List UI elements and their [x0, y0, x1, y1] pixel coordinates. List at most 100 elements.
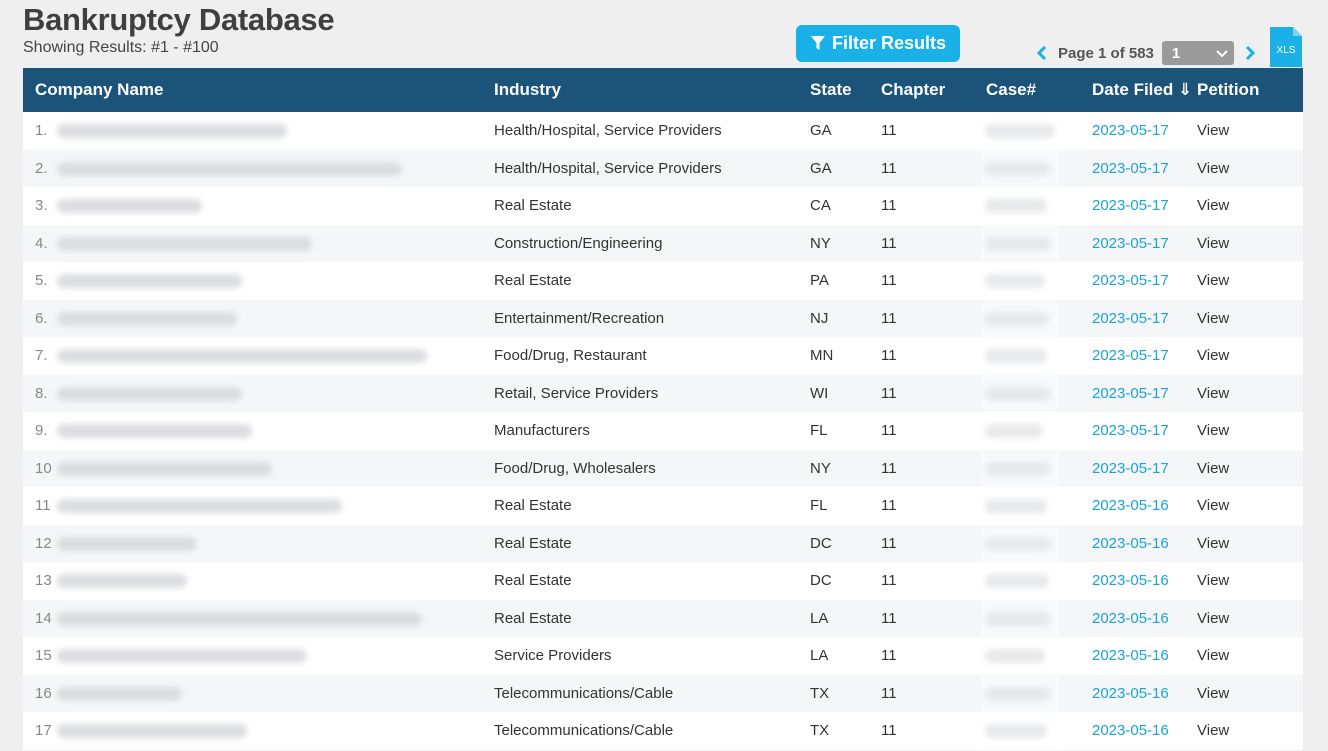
chapter-cell: 11 — [881, 197, 897, 214]
case-number-cell — [981, 337, 1059, 375]
redacted-company-name — [57, 649, 307, 663]
date-filed-link[interactable]: 2023-05-17 — [1092, 187, 1182, 225]
date-filed-link[interactable]: 2023-05-17 — [1092, 300, 1182, 338]
petition-view-link[interactable]: View — [1197, 600, 1277, 638]
date-filed-link[interactable]: 2023-05-17 — [1092, 337, 1182, 375]
date-filed-link[interactable]: 2023-05-16 — [1092, 637, 1182, 675]
table-row: 9. Manufacturers FL 11 2023-05-17 View — [23, 412, 1303, 450]
date-filed-link[interactable]: 2023-05-17 — [1092, 225, 1182, 263]
petition-view-link[interactable]: View — [1197, 262, 1277, 300]
petition-view-link[interactable]: View — [1197, 675, 1277, 713]
company-name-cell[interactable] — [53, 375, 463, 413]
company-name-cell[interactable] — [53, 187, 463, 225]
company-name-cell[interactable] — [53, 150, 463, 188]
chapter-cell: 11 — [881, 647, 897, 664]
petition-view-link[interactable]: View — [1197, 150, 1277, 188]
row-number: 5. — [35, 272, 48, 289]
row-number: 8. — [35, 384, 48, 402]
chapter-cell: 11 — [881, 234, 897, 252]
petition-view-link[interactable]: View — [1197, 712, 1277, 750]
company-name-cell[interactable] — [53, 600, 463, 638]
xls-export-icon[interactable]: XLS — [1270, 27, 1302, 67]
chevron-left-icon[interactable] — [1034, 43, 1050, 63]
row-number: 13 — [35, 572, 52, 589]
date-filed-link[interactable]: 2023-05-17 — [1092, 375, 1182, 413]
petition-view-link[interactable]: View — [1197, 637, 1277, 675]
company-name-cell[interactable] — [53, 675, 463, 713]
industry-cell: Food/Drug, Restaurant — [494, 347, 647, 364]
row-number: 14 — [35, 609, 52, 627]
column-petition[interactable]: Petition — [1197, 68, 1259, 112]
date-filed-link[interactable]: 2023-05-17 — [1092, 262, 1182, 300]
petition-view-link[interactable]: View — [1197, 337, 1277, 375]
industry-cell: Health/Hospital, Service Providers — [494, 159, 722, 177]
column-company-name[interactable]: Company Name — [35, 68, 163, 112]
column-chapter[interactable]: Chapter — [881, 68, 945, 112]
petition-view-link[interactable]: View — [1197, 450, 1277, 488]
petition-view-link[interactable]: View — [1197, 412, 1277, 450]
date-filed-link[interactable]: 2023-05-16 — [1092, 675, 1182, 713]
date-filed-link[interactable]: 2023-05-16 — [1092, 712, 1182, 750]
redacted-company-name — [57, 386, 242, 401]
redacted-company-name — [57, 349, 427, 363]
company-name-cell[interactable] — [53, 300, 463, 338]
date-filed-link[interactable]: 2023-05-17 — [1092, 450, 1182, 488]
column-date-filed[interactable]: Date Filed ⇓ — [1092, 68, 1192, 112]
table-row: 1. Health/Hospital, Service Providers GA 11… — [23, 112, 1303, 150]
table-row: 11 Real Estate FL 11 2023-05-16 View — [23, 487, 1303, 525]
petition-view-link[interactable]: View — [1197, 300, 1277, 338]
redacted-case-number — [985, 649, 1045, 663]
petition-view-link[interactable]: View — [1197, 112, 1277, 150]
company-name-cell[interactable] — [53, 112, 463, 150]
date-filed-link[interactable]: 2023-05-16 — [1092, 487, 1182, 525]
company-name-cell[interactable] — [53, 450, 463, 488]
chapter-cell: 11 — [881, 722, 897, 739]
redacted-company-name — [57, 124, 287, 138]
table-body: 1. Health/Hospital, Service Providers GA 11… — [23, 112, 1303, 750]
company-name-cell[interactable] — [53, 712, 463, 750]
case-number-cell — [981, 150, 1059, 188]
filter-results-button[interactable]: Filter Results — [796, 25, 960, 62]
company-name-cell[interactable] — [53, 637, 463, 675]
petition-view-link[interactable]: View — [1197, 375, 1277, 413]
petition-view-link[interactable]: View — [1197, 525, 1277, 563]
page-indicator: Page 1 of 583 — [1058, 44, 1154, 62]
petition-view-link[interactable]: View — [1197, 487, 1277, 525]
case-number-cell — [981, 637, 1059, 675]
petition-view-link[interactable]: View — [1197, 187, 1277, 225]
company-name-cell[interactable] — [53, 525, 463, 563]
redacted-case-number — [985, 499, 1047, 513]
page-select[interactable]: 1 — [1161, 41, 1234, 65]
company-name-cell[interactable] — [53, 562, 463, 600]
column-case-number[interactable]: Case# — [986, 68, 1036, 112]
company-name-cell[interactable] — [53, 487, 463, 525]
row-number: 11 — [35, 497, 51, 514]
date-filed-link[interactable]: 2023-05-17 — [1092, 412, 1182, 450]
state-cell: NY — [810, 459, 831, 477]
petition-view-link[interactable]: View — [1197, 562, 1277, 600]
company-name-cell[interactable] — [53, 262, 463, 300]
date-filed-link[interactable]: 2023-05-16 — [1092, 525, 1182, 563]
table-row: 5. Real Estate PA 11 2023-05-17 View — [23, 262, 1303, 300]
column-industry[interactable]: Industry — [494, 68, 561, 112]
chevron-right-icon[interactable] — [1242, 43, 1258, 63]
industry-cell: Health/Hospital, Service Providers — [494, 122, 722, 139]
redacted-company-name — [57, 199, 202, 213]
date-filed-link[interactable]: 2023-05-16 — [1092, 600, 1182, 638]
petition-view-link[interactable]: View — [1197, 225, 1277, 263]
company-name-cell[interactable] — [53, 337, 463, 375]
date-filed-link[interactable]: 2023-05-16 — [1092, 562, 1182, 600]
case-number-cell — [981, 675, 1059, 713]
company-name-cell[interactable] — [53, 225, 463, 263]
state-cell: LA — [810, 609, 829, 627]
row-number: 1. — [35, 122, 48, 139]
industry-cell: Real Estate — [494, 497, 572, 514]
chapter-cell: 11 — [881, 122, 897, 139]
date-filed-link[interactable]: 2023-05-17 — [1092, 150, 1182, 188]
date-filed-link[interactable]: 2023-05-17 — [1092, 112, 1182, 150]
company-name-cell[interactable] — [53, 412, 463, 450]
state-cell: FL — [810, 497, 828, 514]
column-state[interactable]: State — [810, 68, 852, 112]
redacted-company-name — [57, 574, 187, 588]
redacted-case-number — [985, 686, 1051, 701]
